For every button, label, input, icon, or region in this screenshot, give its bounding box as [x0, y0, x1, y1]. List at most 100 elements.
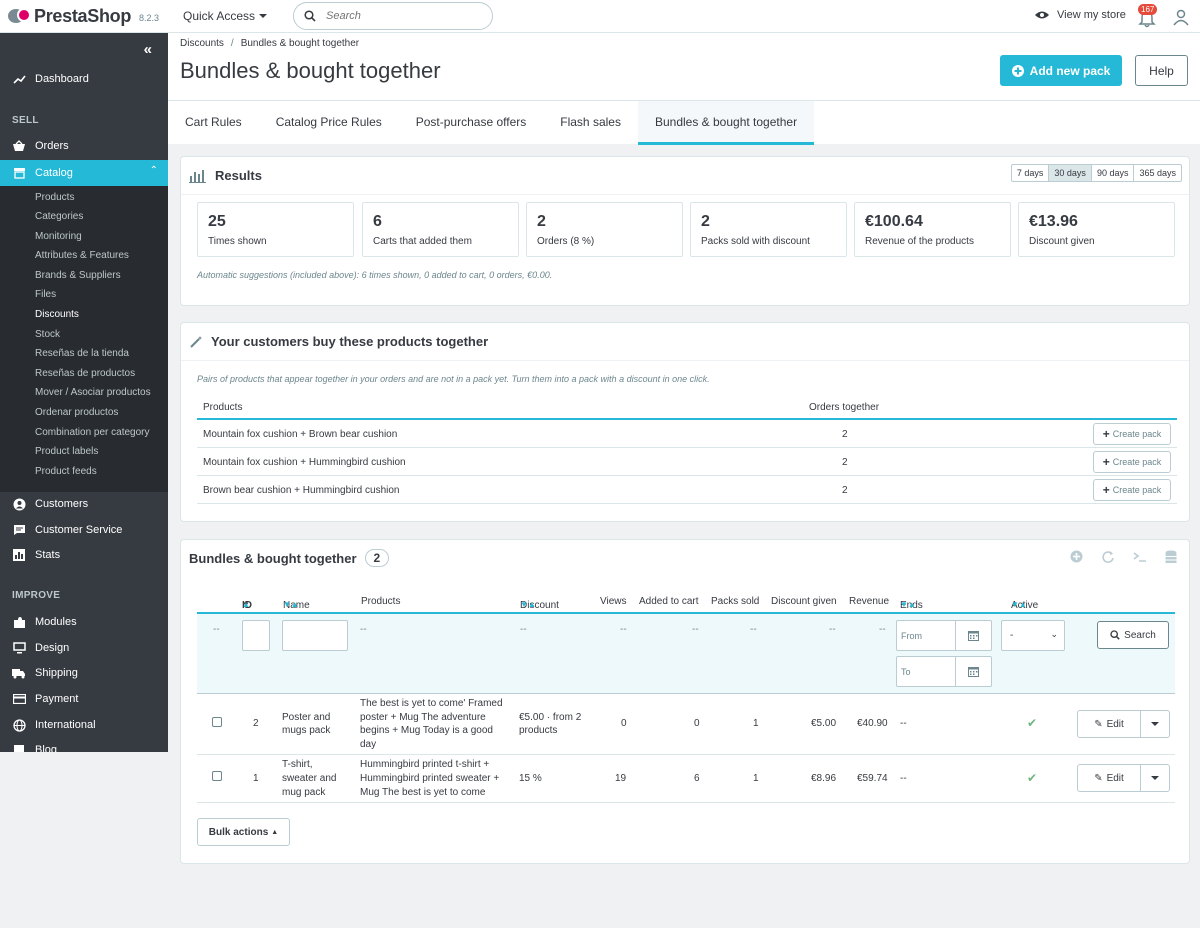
submenu-item-move-products[interactable]: Mover / Asociar productos [35, 387, 151, 398]
user-menu[interactable] [1172, 8, 1190, 26]
submenu-item-combination[interactable]: Combination per category [35, 427, 150, 438]
notifications-button[interactable]: 167 [1138, 4, 1158, 28]
logo[interactable]: PrestaShop 8.2.3 [0, 5, 168, 27]
bulk-actions-button[interactable]: Bulk actions ▲ [197, 818, 290, 846]
edit-main-button[interactable]: ✎ Edit [1078, 765, 1141, 791]
sidebar-item-payment[interactable]: Payment [0, 692, 168, 706]
chat-icon [12, 523, 26, 537]
range-90-days[interactable]: 90 days [1092, 165, 1135, 181]
row-id: 2 [253, 718, 259, 729]
sidebar-item-orders[interactable]: Orders [0, 139, 168, 153]
sidebar-item-customers[interactable]: Customers [0, 497, 168, 511]
submenu-item-products[interactable]: Products [35, 192, 74, 203]
edit-dropdown-toggle[interactable] [1141, 776, 1169, 780]
submenu-item-product-labels[interactable]: Product labels [35, 446, 98, 457]
tab-catalog-price-rules[interactable]: Catalog Price Rules [259, 101, 399, 145]
sidebar-item-stats[interactable]: Stats [0, 548, 168, 562]
tab-bundles[interactable]: Bundles & bought together [637, 101, 815, 145]
add-new-pack-button[interactable]: Add new pack [1000, 55, 1122, 86]
search-button[interactable]: Search [1097, 621, 1169, 649]
help-button[interactable]: Help [1135, 55, 1188, 86]
filter-ends-to[interactable]: To [896, 656, 992, 687]
col-discount-given: Discount given [771, 596, 837, 607]
submenu-item-store-reviews[interactable]: Reseñas de la tienda [35, 348, 129, 359]
range-365-days[interactable]: 365 days [1134, 165, 1181, 181]
submenu-item-files[interactable]: Files [35, 289, 56, 300]
submenu-item-stock[interactable]: Stock [35, 329, 60, 340]
sidebar-item-dashboard[interactable]: Dashboard [0, 72, 168, 86]
filter-id-input[interactable] [242, 620, 270, 651]
edit-main-button[interactable]: ✎ Edit [1078, 711, 1141, 737]
row-given: €5.00 [811, 718, 837, 729]
quick-access-menu[interactable]: Quick Access [183, 9, 268, 23]
row-sold: 1 [753, 718, 759, 729]
submenu-item-discounts[interactable]: Discounts [35, 309, 79, 320]
row-given: €8.96 [811, 773, 837, 784]
calendar-icon[interactable] [955, 657, 991, 686]
sidebar-item-customer-service[interactable]: Customer Service [0, 523, 168, 537]
submenu-item-sort-products[interactable]: Ordenar productos [35, 407, 118, 418]
filter-name-input[interactable] [282, 620, 348, 651]
search-box[interactable] [293, 2, 494, 30]
collapse-sidebar-icon[interactable]: « [144, 41, 152, 58]
kpi-value: 2 [701, 213, 710, 230]
sidebar-item-international[interactable]: International [0, 718, 168, 732]
tab-flash-sales[interactable]: Flash sales [543, 101, 638, 145]
row-products: The best is yet to come' Framed poster +… [360, 698, 503, 750]
trending-icon [12, 72, 26, 86]
pair-orders: 2 [842, 429, 848, 440]
sidebar-item-design[interactable]: Design [0, 641, 168, 655]
submenu-item-product-reviews[interactable]: Reseñas de productos [35, 368, 135, 379]
edit-dropdown-toggle[interactable] [1141, 722, 1169, 726]
sidebar-item-label: International [35, 719, 96, 731]
create-pack-button[interactable]: + Create pack [1093, 451, 1171, 473]
view-store-link[interactable]: View my store [1034, 9, 1126, 21]
add-circle-icon[interactable] [1070, 550, 1083, 563]
pair-orders: 2 [842, 457, 848, 468]
caret-down-icon [1151, 776, 1159, 780]
row-name: T-shirt, sweater and mug pack [282, 759, 337, 798]
submenu-item-attributes[interactable]: Attributes & Features [35, 250, 129, 261]
row-checkbox[interactable] [212, 717, 222, 727]
sidebar-item-catalog[interactable]: Catalog ⌃ [0, 160, 168, 186]
bundles-title: Bundles & bought together [189, 550, 357, 566]
row-revenue: €59.74 [857, 773, 888, 784]
filter-placeholder: -- [829, 624, 836, 635]
active-check-icon[interactable]: ✔ [1027, 716, 1037, 730]
tab-cart-rules[interactable]: Cart Rules [168, 101, 259, 145]
row-checkbox[interactable] [212, 771, 222, 781]
sidebar-item-blog[interactable]: Blog [0, 743, 168, 752]
sidebar-item-modules[interactable]: Modules [0, 615, 168, 629]
sidebar-item-shipping[interactable]: Shipping [0, 666, 168, 680]
filter-active-select[interactable]: - ⌄ [1001, 620, 1065, 651]
calendar-icon[interactable] [955, 621, 991, 650]
filter-ends-from[interactable]: From [896, 620, 992, 651]
globe-icon [12, 718, 26, 732]
submenu-item-categories[interactable]: Categories [35, 211, 83, 222]
create-pack-button[interactable]: + Create pack [1093, 479, 1171, 501]
together-table: Products Orders together Mountain fox cu… [197, 393, 1177, 504]
row-views: 0 [621, 718, 627, 729]
search-input[interactable] [326, 10, 477, 22]
puzzle-icon [12, 615, 26, 629]
from-placeholder: From [901, 631, 922, 641]
tab-post-purchase-offers[interactable]: Post-purchase offers [399, 101, 544, 145]
store-icon [12, 166, 26, 180]
submenu-item-product-feeds[interactable]: Product feeds [35, 466, 97, 477]
kpi-orders: 2 Orders (8 %) [526, 202, 683, 257]
terminal-icon[interactable] [1133, 550, 1147, 563]
create-pack-button[interactable]: + Create pack [1093, 423, 1171, 445]
auto-suggestions-note: Automatic suggestions (included above): … [197, 270, 553, 280]
submenu-item-brands[interactable]: Brands & Suppliers [35, 270, 121, 281]
plus-icon: + [1102, 427, 1110, 441]
credit-card-icon [12, 692, 26, 706]
database-icon[interactable] [1165, 550, 1177, 564]
breadcrumb: Discounts / Bundles & bought together [180, 38, 360, 49]
range-30-days[interactable]: 30 days [1049, 165, 1092, 181]
submenu-item-monitoring[interactable]: Monitoring [35, 231, 82, 242]
refresh-icon[interactable] [1101, 550, 1115, 563]
range-7-days[interactable]: 7 days [1012, 165, 1050, 181]
bundles-panel: Bundles & bought together 2 ID ▼ ▲ Name ▼… [180, 539, 1190, 864]
active-check-icon[interactable]: ✔ [1027, 771, 1037, 785]
breadcrumb-discounts[interactable]: Discounts [180, 38, 224, 49]
